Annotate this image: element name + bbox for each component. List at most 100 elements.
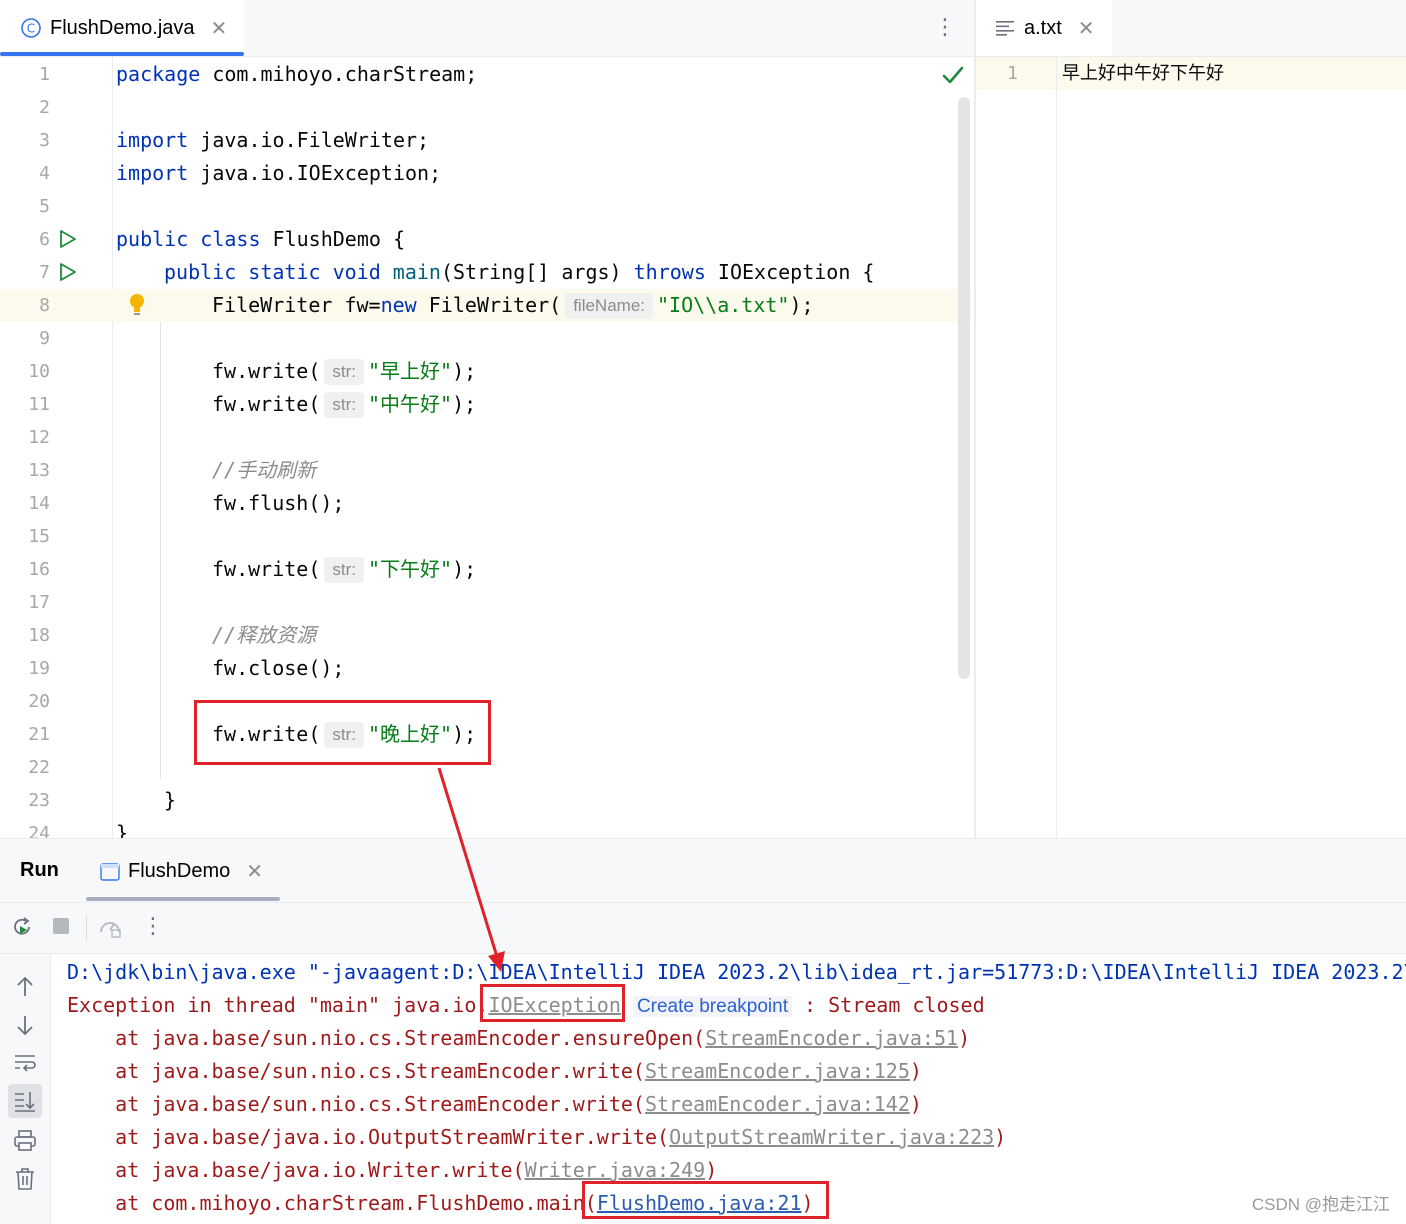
toolbar-separator [86, 915, 87, 941]
line-number: 21 [28, 724, 50, 745]
stack-frame: at java.base/sun.nio.cs.StreamEncoder.en… [67, 1026, 971, 1050]
svg-text:C: C [27, 22, 35, 36]
close-icon[interactable]: ✕ [246, 859, 263, 884]
active-tab-indicator [0, 52, 244, 56]
line-number: 4 [39, 163, 50, 184]
tab-flushdemo-java[interactable]: C FlushDemo.java ✕ [0, 0, 244, 56]
line-number: 12 [28, 427, 50, 448]
code-line: 3 import java.io.FileWriter; [0, 124, 972, 157]
line-number: 7 [39, 262, 50, 283]
profiler-icon[interactable] [98, 915, 122, 944]
run-gutter-icon[interactable] [58, 229, 78, 253]
stack-frame-link[interactable]: OutputStreamWriter.java:223 [669, 1125, 994, 1149]
tab-label: FlushDemo.java [50, 16, 195, 39]
code-text: FileWriter fw=new FileWriter(fileName: "I… [212, 293, 814, 319]
parameter-hint: str: [324, 359, 364, 385]
line-number: 10 [28, 361, 50, 382]
code-line: 17 [0, 586, 972, 619]
code-line: 11 fw.write(str: "中午好"); [0, 388, 972, 421]
active-tab-indicator [86, 897, 280, 901]
line-number: 5 [39, 196, 50, 217]
line-number: 22 [28, 757, 50, 778]
parameter-hint: fileName: [565, 293, 654, 319]
line-number: 1 [39, 64, 50, 85]
code-line: 1 package com.mihoyo.charStream; [0, 58, 972, 91]
console-icon [100, 862, 120, 881]
text-tab-bar: a.txt ✕ [976, 0, 1406, 57]
line-number: 8 [39, 295, 50, 316]
editor-scrollbar[interactable] [958, 97, 970, 679]
arrow-up-icon[interactable] [12, 974, 38, 1005]
code-line: 10 fw.write(str: "早上好"); [0, 355, 972, 388]
more-options-icon[interactable]: ⋮ [934, 14, 956, 40]
annotation-box-ioexception [480, 984, 625, 1022]
tab-label: a.txt [1024, 16, 1062, 39]
close-icon[interactable]: ✕ [211, 16, 228, 41]
code-line-current: 8 FileWriter fw=new FileWriter(fileName:… [0, 289, 972, 322]
run-tab-label: FlushDemo [128, 860, 231, 882]
code-line: 9 [0, 322, 972, 355]
rerun-icon[interactable] [10, 915, 34, 944]
soft-wrap-icon[interactable] [12, 1050, 38, 1081]
inspection-ok-icon[interactable] [942, 65, 964, 89]
console-side-toolbar [0, 954, 51, 1224]
code-line: 24 } [0, 817, 972, 838]
line-number: 20 [28, 691, 50, 712]
stack-frame: at java.base/sun.nio.cs.StreamEncoder.wr… [67, 1059, 922, 1083]
stop-icon[interactable] [50, 915, 72, 942]
code-line: 12 [0, 421, 972, 454]
line-number: 17 [28, 592, 50, 613]
gutter-divider [1056, 57, 1057, 838]
stack-frame-link[interactable]: StreamEncoder.java:125 [645, 1059, 910, 1083]
code-line: 2 [0, 91, 972, 124]
code-line: 4 import java.io.IOException; [0, 157, 972, 190]
more-options-icon[interactable]: ⋮ [142, 913, 164, 939]
java-class-icon: C [20, 17, 42, 39]
code-text: import java.io.IOException; [116, 161, 442, 185]
code-line: 7 public static void main(String[] args)… [0, 256, 972, 289]
run-config-tab[interactable]: FlushDemo ✕ [86, 839, 280, 901]
line-number: 11 [28, 394, 50, 415]
code-text: public static void main(String[] args) t… [164, 260, 875, 284]
code-text: public class FlushDemo { [116, 227, 405, 251]
trash-icon[interactable] [12, 1166, 38, 1197]
stack-frame-link[interactable]: Writer.java:249 [525, 1158, 706, 1182]
text-file-editor[interactable]: 1 早上好中午好下午好 [976, 57, 1406, 838]
code-text: } [164, 788, 177, 812]
code-line: 14 fw.flush(); [0, 487, 972, 520]
run-gutter-icon[interactable] [58, 262, 78, 286]
code-text: package com.mihoyo.charStream; [116, 62, 478, 86]
line-number: 9 [39, 328, 50, 349]
text-file-icon [996, 20, 1014, 36]
arrow-down-icon[interactable] [12, 1012, 38, 1043]
annotation-box-flushdemo-link [582, 1181, 829, 1219]
stack-frame-link[interactable]: StreamEncoder.java:51 [705, 1026, 958, 1050]
close-icon[interactable]: ✕ [1078, 16, 1095, 41]
watermark: CSDN @抱走江江 [1251, 1195, 1390, 1214]
parameter-hint: str: [324, 392, 364, 418]
code-line: 5 [0, 190, 972, 223]
code-line: 18 //释放资源 [0, 619, 972, 652]
code-line: 6 public class FlushDemo { [0, 223, 972, 256]
stack-frame-link[interactable]: StreamEncoder.java:142 [645, 1092, 910, 1116]
line-number: 2 [39, 97, 50, 118]
run-toolbar: ⋮ [0, 902, 1406, 954]
stack-frame: at java.base/sun.nio.cs.StreamEncoder.wr… [67, 1092, 922, 1116]
code-text: } [116, 821, 129, 838]
code-text: fw.close(); [212, 656, 345, 680]
print-icon[interactable] [12, 1128, 38, 1159]
scroll-to-end-icon[interactable] [8, 1084, 42, 1118]
lightbulb-icon[interactable] [128, 293, 146, 321]
stack-frame: at java.base/java.io.OutputStreamWriter.… [67, 1125, 1007, 1149]
tab-a-txt[interactable]: a.txt ✕ [976, 0, 1112, 56]
annotation-box-line21 [194, 700, 491, 765]
line-number: 24 [28, 823, 50, 838]
code-text: fw.write(str: "早上好"); [212, 359, 477, 385]
code-comment: //释放资源 [212, 623, 317, 647]
code-text: import java.io.FileWriter; [116, 128, 430, 152]
line-number: 18 [28, 625, 50, 646]
tool-window-title: Run [20, 859, 59, 881]
line-number: 6 [39, 229, 50, 250]
line-number: 1 [1007, 63, 1018, 84]
create-breakpoint-link[interactable]: Create breakpoint [632, 996, 792, 1017]
